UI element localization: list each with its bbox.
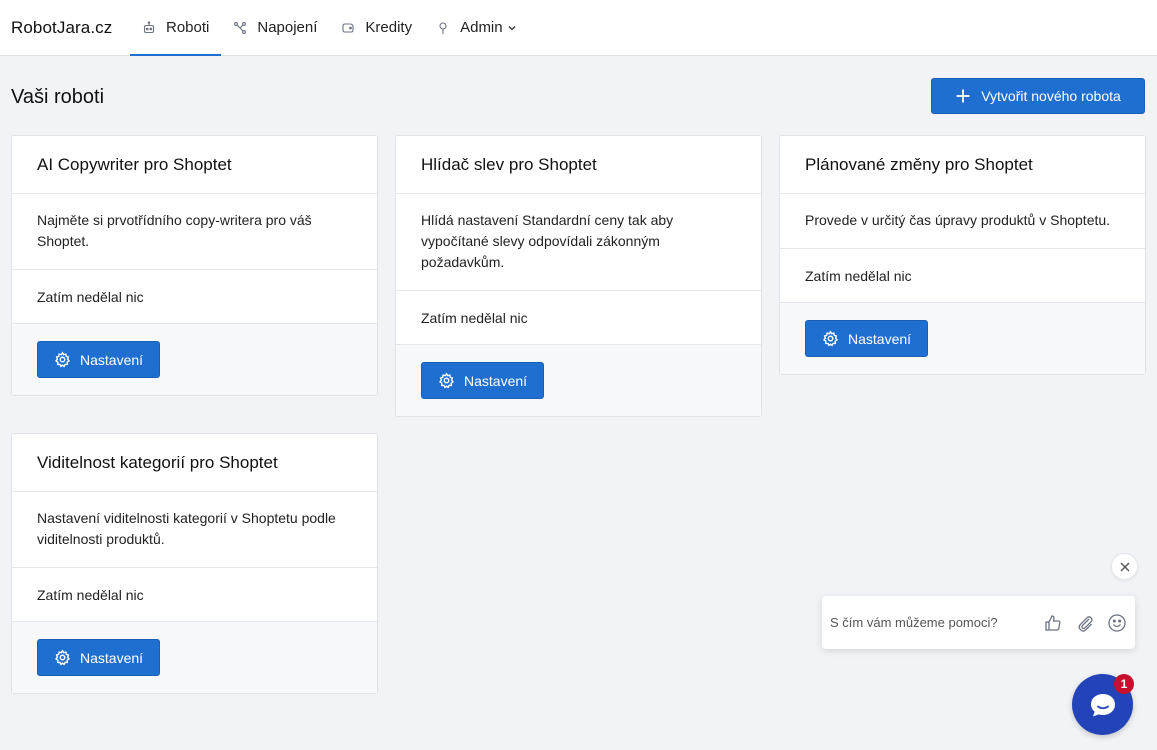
robot-card: Plánované změny pro Shoptet Provede v ur… (779, 135, 1146, 375)
chat-input[interactable] (830, 615, 1043, 630)
nav-item-roboti[interactable]: Roboti (130, 0, 222, 56)
emoji-icon[interactable] (1107, 613, 1127, 633)
settings-button-label: Nastavení (848, 330, 912, 347)
chat-close-button[interactable] (1111, 553, 1138, 580)
robot-card-title: Plánované změny pro Shoptet (780, 136, 1145, 194)
robot-card-title: Hlídač slev pro Shoptet (396, 136, 761, 194)
nav-label: Kredity (365, 19, 413, 36)
chevron-down-icon (507, 23, 517, 33)
robot-card-title: Viditelnost kategorií pro Shoptet (12, 434, 377, 492)
main-nav: Roboti Napojení Kredity Admin (130, 0, 529, 56)
gear-icon (822, 330, 839, 347)
robot-card-status: Zatím nedělal nic (780, 249, 1145, 303)
paperclip-icon[interactable] (1075, 613, 1095, 633)
settings-button-label: Nastavení (80, 649, 144, 666)
settings-button[interactable]: Nastavení (37, 341, 161, 378)
gear-icon (438, 372, 455, 389)
chat-prompt-box (822, 596, 1135, 649)
nav-label: Napojení (257, 19, 318, 36)
chat-actions (1043, 613, 1127, 633)
robot-card-status: Zatím nedělal nic (12, 270, 377, 324)
top-navbar: RobotJara.cz Roboti Napojení Kredity Adm… (0, 0, 1157, 56)
nav-item-napojeni[interactable]: Napojení (221, 0, 329, 55)
close-icon (1119, 561, 1131, 573)
robot-card-description: Provede v určitý čas úpravy produktů v S… (780, 194, 1145, 249)
create-robot-label: Vytvořit nového robota (981, 88, 1121, 104)
robot-card-description: Najměte si prvotřídního copy-writera pro… (12, 194, 377, 270)
robot-icon (142, 20, 156, 35)
gear-icon (54, 649, 71, 666)
robot-card-footer: Nastavení (12, 324, 377, 395)
robot-card-title: AI Copywriter pro Shoptet (12, 136, 377, 194)
nav-label: Roboti (166, 19, 210, 36)
robot-card-description: Nastavení viditelnosti kategorií v Shopt… (12, 492, 377, 568)
nav-item-kredity[interactable]: Kredity (329, 0, 424, 55)
brand-logo[interactable]: RobotJara.cz (0, 0, 130, 55)
robot-card-footer: Nastavení (12, 622, 377, 693)
notification-badge: 1 (1114, 674, 1134, 694)
create-robot-button[interactable]: Vytvořit nového robota (931, 78, 1145, 114)
robot-card-footer: Nastavení (780, 303, 1145, 374)
nav-label: Admin (460, 19, 503, 36)
settings-button-label: Nastavení (464, 372, 528, 389)
settings-button-label: Nastavení (80, 351, 144, 368)
robot-card: AI Copywriter pro Shoptet Najměte si prv… (11, 135, 378, 396)
robot-card-description: Hlídá nastavení Standardní ceny tak aby … (396, 194, 761, 291)
nav-item-admin[interactable]: Admin (424, 0, 529, 55)
settings-button[interactable]: Nastavení (421, 362, 545, 399)
robot-card-status: Zatím nedělal nic (396, 291, 761, 345)
settings-button[interactable]: Nastavení (37, 639, 161, 676)
admin-icon (436, 21, 450, 35)
gear-icon (54, 351, 71, 368)
thumbs-up-icon[interactable] (1043, 613, 1063, 633)
robot-card-footer: Nastavení (396, 345, 761, 416)
robot-card: Hlídač slev pro Shoptet Hlídá nastavení … (395, 135, 762, 417)
connection-icon (233, 21, 247, 35)
page-title: Vaši roboti (11, 86, 105, 108)
chat-bubble-icon (1087, 689, 1119, 721)
plus-icon (955, 88, 971, 104)
robot-card: Viditelnost kategorií pro Shoptet Nastav… (11, 433, 378, 694)
robot-card-status: Zatím nedělal nic (12, 568, 377, 622)
settings-button[interactable]: Nastavení (805, 320, 929, 357)
credits-icon (341, 21, 355, 35)
